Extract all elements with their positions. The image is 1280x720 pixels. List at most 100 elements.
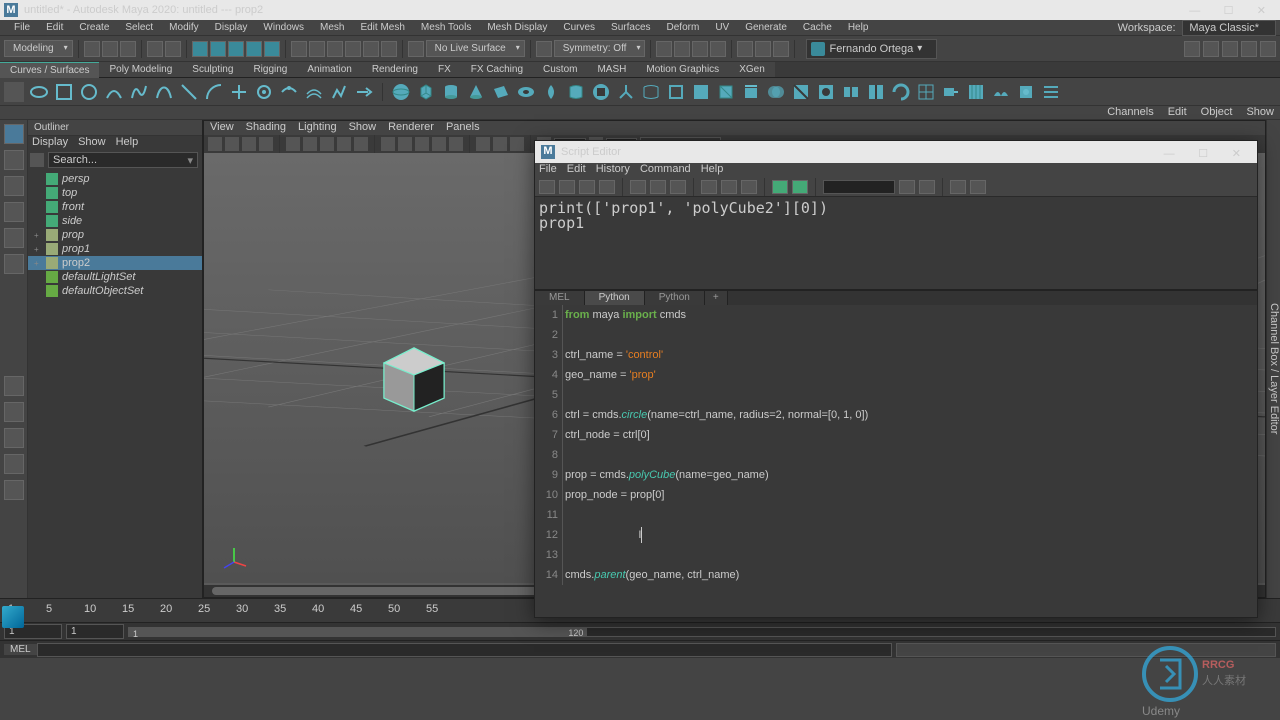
snap-curve-icon[interactable] [309,41,325,57]
object-mode-icon[interactable] [264,41,280,57]
outliner-menu-help[interactable]: Help [116,136,139,150]
shelf-tab-fx[interactable]: FX [428,62,461,77]
shelf-tab-mash[interactable]: MASH [587,62,636,77]
bezier-curve-icon[interactable] [154,82,174,102]
snap-surface-icon[interactable] [363,41,379,57]
render-view-icon[interactable] [755,41,771,57]
menu-display[interactable]: Display [207,22,256,33]
command-language-label[interactable]: MEL [4,644,37,655]
se-execute-icon[interactable] [772,180,788,194]
se-menu-history[interactable]: History [596,163,630,177]
edge-mode-icon[interactable] [228,41,244,57]
menu-mesh[interactable]: Mesh [312,22,352,33]
script-editor-titlebar[interactable]: M Script Editor — ☐ ✕ [535,141,1257,163]
shelf-tab-curves-surfaces[interactable]: Curves / Surfaces [0,62,99,78]
extend-curve-icon[interactable] [354,82,374,102]
bevel-icon[interactable] [716,82,736,102]
shelf-menu-icon[interactable] [4,82,24,102]
open-scene-icon[interactable] [102,41,118,57]
detach-curve-icon[interactable] [254,82,274,102]
render-icon[interactable] [674,41,690,57]
menu-deform[interactable]: Deform [659,22,708,33]
face-mode-icon[interactable] [246,41,262,57]
main-menubar[interactable]: FileEditCreateSelectModifyDisplayWindows… [0,20,1280,36]
outliner-item-prop1[interactable]: +prop1 [28,242,202,256]
ep-curve-icon[interactable] [104,82,124,102]
nurbs-cone-icon[interactable] [466,82,486,102]
outliner-search[interactable]: Search... ▾ [48,152,198,168]
insert-isoparm-icon[interactable] [916,82,936,102]
menu-generate[interactable]: Generate [737,22,795,33]
construction-history-icon[interactable] [656,41,672,57]
menu-create[interactable]: Create [71,22,117,33]
command-input[interactable] [37,643,892,657]
render-settings-icon[interactable] [710,41,726,57]
menu-modify[interactable]: Modify [161,22,206,33]
chbox-edit[interactable]: Edit [1168,106,1187,119]
shelf-tab-motion-graphics[interactable]: Motion Graphics [636,62,729,77]
menu-edit[interactable]: Edit [38,22,71,33]
snap-point-icon[interactable] [327,41,343,57]
outliner-menu[interactable]: DisplayShowHelp [28,136,202,150]
attribute-editor-toggle-icon[interactable] [1241,41,1257,57]
menu-mesh-display[interactable]: Mesh Display [479,22,555,33]
shelf-tab-xgen[interactable]: XGen [729,62,775,77]
se-show-input-icon[interactable] [721,180,737,194]
birail-icon[interactable] [641,82,661,102]
playblast-icon[interactable] [773,41,789,57]
close-button[interactable]: ✕ [1247,5,1276,17]
vp-use-lights-icon[interactable] [432,137,446,151]
menu-set-dropdown[interactable]: Modeling [4,40,73,57]
detach-surface-icon[interactable] [866,82,886,102]
vp-xray-icon[interactable] [493,137,507,151]
snap-plane-icon[interactable] [345,41,361,57]
se-tab-python-1[interactable]: Python [585,291,645,305]
se-search-field[interactable] [823,180,895,194]
shelf-tab-sculpting[interactable]: Sculpting [182,62,243,77]
outliner-item-defaultLightSet[interactable]: defaultLightSet [28,270,202,284]
se-clear-history-icon[interactable] [630,180,646,194]
persp-graph-icon[interactable] [4,480,24,500]
shelf-tab-fx-caching[interactable]: FX Caching [461,62,533,77]
chbox-object[interactable]: Object [1201,106,1233,119]
channel-box-menu[interactable]: ChannelsEditObjectShow [0,106,1280,120]
outliner-item-top[interactable]: top [28,186,202,200]
outliner-item-prop2[interactable]: +prop2 [28,256,202,270]
paint-select-tool-icon[interactable] [4,176,24,196]
outliner-item-front[interactable]: front [28,200,202,214]
attach-surface-icon[interactable] [841,82,861,102]
menu-file[interactable]: File [6,22,38,33]
snap-grid-icon[interactable] [291,41,307,57]
offset-curve-icon[interactable] [304,82,324,102]
se-menu-command[interactable]: Command [640,163,691,177]
rpanel-channel-box-layer-editor[interactable]: Channel Box / Layer Editor [1268,303,1280,434]
new-scene-icon[interactable] [84,41,100,57]
vp-smooth-shade-icon[interactable] [398,137,412,151]
rebuild-curve-icon[interactable] [329,82,349,102]
nurbs-plane-icon[interactable] [491,82,511,102]
se-close-button[interactable]: ✕ [1222,148,1251,160]
menu-windows[interactable]: Windows [255,22,312,33]
se-tab-python-2[interactable]: Python [645,291,705,305]
outliner-item-prop[interactable]: +prop [28,228,202,242]
intersect-icon[interactable] [766,82,786,102]
vp-isolate-icon[interactable] [476,137,490,151]
viewport-menu[interactable]: ViewShadingLightingShowRendererPanels [204,121,1265,135]
symmetry-icon[interactable] [536,41,552,57]
trim-icon[interactable] [791,82,811,102]
redo-icon[interactable] [165,41,181,57]
vp-film-gate-icon[interactable] [303,137,317,151]
extend-surface-icon[interactable] [941,82,961,102]
hypershade-icon[interactable] [737,41,753,57]
undo-icon[interactable] [147,41,163,57]
vp-wireframe-icon[interactable] [381,137,395,151]
project-curve-icon[interactable] [741,82,761,102]
se-clear-all-icon[interactable] [670,180,686,194]
vp-gate-mask-icon[interactable] [320,137,334,151]
boundary-icon[interactable] [666,82,686,102]
se-search-up-icon[interactable] [919,180,935,194]
se-goto-line-icon[interactable] [950,180,966,194]
move-tool-icon[interactable] [4,202,24,222]
two-pane-icon[interactable] [4,428,24,448]
script-editor-tabs[interactable]: MELPythonPython+ [535,291,1257,305]
